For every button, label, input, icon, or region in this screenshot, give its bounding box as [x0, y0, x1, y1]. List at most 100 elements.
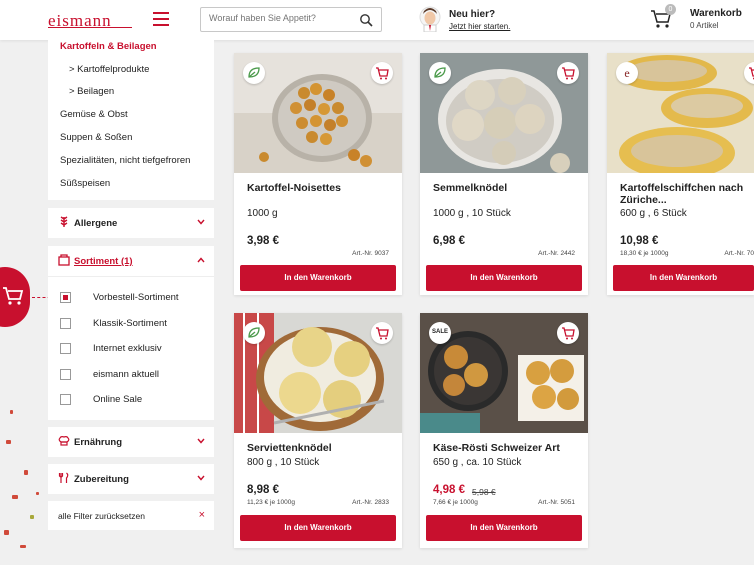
reset-filters[interactable]: alle Filter zurücksetzen ×: [48, 501, 214, 530]
product-size: 650 g , ca. 10 Stück: [433, 457, 522, 468]
product-size: 600 g , 6 Stück: [620, 208, 687, 219]
divider: [48, 276, 214, 277]
add-to-cart-button[interactable]: In den Warenkorb: [240, 265, 396, 291]
sale-badge: SALE: [429, 322, 451, 344]
product-old-price: 5,98 €: [472, 487, 496, 497]
product-price: 8,98 €: [247, 484, 279, 496]
decor-spice: [24, 470, 28, 475]
product-price: 10,98 €: [620, 235, 659, 247]
cutlery-icon: [58, 472, 69, 483]
category-beilagen[interactable]: > Beilagen: [69, 86, 114, 97]
chef-hat-icon: [58, 436, 70, 446]
product-unit-price: 7,66 € je 1000g: [433, 499, 478, 506]
product-title[interactable]: Kartoffel-Noisettes: [247, 182, 397, 194]
product-price: 3,98 €: [247, 235, 279, 247]
product-unit-price: 11,23 € je 1000g: [247, 499, 295, 506]
menu-icon[interactable]: [153, 12, 169, 26]
filter-ernaehrung[interactable]: Ernährung: [48, 427, 214, 457]
chevron-down-icon: [197, 219, 205, 225]
product-article-number: Art.-Nr. 2442: [538, 250, 575, 257]
category-gemuese-obst[interactable]: Gemüse & Obst: [60, 109, 128, 120]
chevron-down-icon: [197, 438, 205, 444]
filter-sortiment-label[interactable]: Sortiment (1): [74, 256, 133, 267]
filter-zubereitung-label: Zubereitung: [74, 474, 129, 485]
chevron-down-icon: [197, 475, 205, 481]
checkbox-klassik[interactable]: [60, 318, 71, 329]
decor-spice: [36, 492, 39, 495]
chevron-up-icon[interactable]: [197, 257, 205, 263]
logo-underline: [48, 27, 132, 28]
avatar: [419, 6, 441, 32]
product-article-number: Art.-Nr. 5051: [538, 499, 575, 506]
add-to-cart-button[interactable]: In den Warenkorb: [240, 515, 396, 541]
product-title[interactable]: Semmelknödel: [433, 182, 583, 194]
checkbox-internet-exklusiv[interactable]: [60, 343, 71, 354]
allergen-icon: [60, 216, 68, 227]
leaf-icon: [243, 322, 265, 344]
product-article-number: Art.-Nr. 9037: [352, 250, 389, 257]
product-card[interactable]: e Kartoffelschiffchen nach Züriche... 60…: [607, 53, 754, 295]
add-to-cart-icon[interactable]: [371, 62, 393, 84]
category-suessspeisen[interactable]: Süßspeisen: [60, 178, 110, 189]
checkbox-vorbestell[interactable]: [60, 292, 71, 303]
product-card[interactable]: SALE Käse-Rösti Schweizer Art 650 g , ca…: [420, 313, 588, 548]
category-kartoffeln-beilagen[interactable]: Kartoffeln & Beilagen: [60, 41, 157, 52]
close-icon[interactable]: ×: [199, 509, 205, 521]
cart-title[interactable]: Warenkorb: [690, 8, 742, 19]
product-unit-price: 18,30 € je 1000g: [620, 250, 669, 257]
filter-allergene[interactable]: Allergene: [48, 208, 214, 238]
checkbox-klassik-label[interactable]: Klassik-Sortiment: [93, 318, 167, 329]
side-cart-bubble[interactable]: [0, 267, 30, 327]
decor-spice: [30, 515, 34, 519]
add-to-cart-icon[interactable]: [371, 322, 393, 344]
add-to-cart-icon[interactable]: [744, 62, 754, 84]
category-kartoffelprodukte[interactable]: > Kartoffelprodukte: [69, 64, 149, 75]
checkbox-online-sale-label[interactable]: Online Sale: [93, 394, 142, 405]
product-size: 800 g , 10 Stück: [247, 457, 320, 468]
product-title[interactable]: Kartoffelschiffchen nach Züriche...: [620, 182, 750, 206]
cart-icon: [3, 287, 24, 305]
sortiment-icon: [58, 254, 70, 266]
filter-ernaehrung-label: Ernährung: [74, 437, 123, 448]
checkbox-eismann-aktuell-label[interactable]: eismann aktuell: [93, 369, 159, 380]
add-to-cart-button[interactable]: In den Warenkorb: [426, 265, 582, 291]
start-here-link[interactable]: Jetzt hier starten.: [449, 22, 510, 31]
add-to-cart-icon[interactable]: [557, 322, 579, 344]
checkbox-vorbestell-label[interactable]: Vorbestell-Sortiment: [93, 292, 179, 303]
product-card[interactable]: Serviettenknödel 800 g , 10 Stück 8,98 €…: [234, 313, 402, 548]
eismann-logo[interactable]: eismann: [48, 11, 112, 31]
decor-spice: [4, 530, 9, 535]
product-card[interactable]: Kartoffel-Noisettes 1000 g 3,98 € Art.-N…: [234, 53, 402, 295]
product-card[interactable]: Semmelknödel 1000 g , 10 Stück 6,98 € Ar…: [420, 53, 588, 295]
category-suppen-sossen[interactable]: Suppen & Soßen: [60, 132, 132, 143]
product-size: 1000 g: [247, 208, 278, 219]
product-size: 1000 g , 10 Stück: [433, 208, 511, 219]
decor-spice: [10, 410, 13, 414]
sale-badge-label: SALE: [431, 329, 448, 335]
checkbox-internet-exklusiv-label[interactable]: Internet exklusiv: [93, 343, 162, 354]
filter-allergene-label: Allergene: [74, 218, 118, 229]
leaf-icon: [243, 62, 265, 84]
filter-sortiment: Sortiment (1) Vorbestell-Sortiment Klass…: [48, 246, 214, 420]
search-icon[interactable]: [359, 13, 373, 27]
add-to-cart-button[interactable]: In den Warenkorb: [613, 265, 754, 291]
checkbox-online-sale[interactable]: [60, 394, 71, 405]
filter-zubereitung[interactable]: Zubereitung: [48, 464, 214, 494]
category-spezialitaeten[interactable]: Spezialitäten, nicht tiefgefroren: [60, 155, 190, 166]
product-title[interactable]: Serviettenknödel: [247, 442, 397, 454]
decor-spice: [12, 495, 18, 499]
search-input[interactable]: [209, 13, 354, 23]
decor-spice: [20, 545, 26, 548]
new-here-title: Neu hier?: [449, 9, 496, 20]
e-icon: e: [616, 62, 638, 84]
checkbox-eismann-aktuell[interactable]: [60, 369, 71, 380]
add-to-cart-icon[interactable]: [557, 62, 579, 84]
search-box[interactable]: [200, 7, 382, 32]
cart-count-badge: 0: [665, 4, 676, 15]
product-title[interactable]: Käse-Rösti Schweizer Art: [433, 442, 583, 454]
cart-items-count: 0 Artikel: [690, 21, 719, 30]
add-to-cart-button[interactable]: In den Warenkorb: [426, 515, 582, 541]
product-price: 6,98 €: [433, 235, 465, 247]
product-article-number: Art.-Nr. 70: [724, 250, 754, 257]
reset-filters-label: alle Filter zurücksetzen: [58, 511, 145, 521]
